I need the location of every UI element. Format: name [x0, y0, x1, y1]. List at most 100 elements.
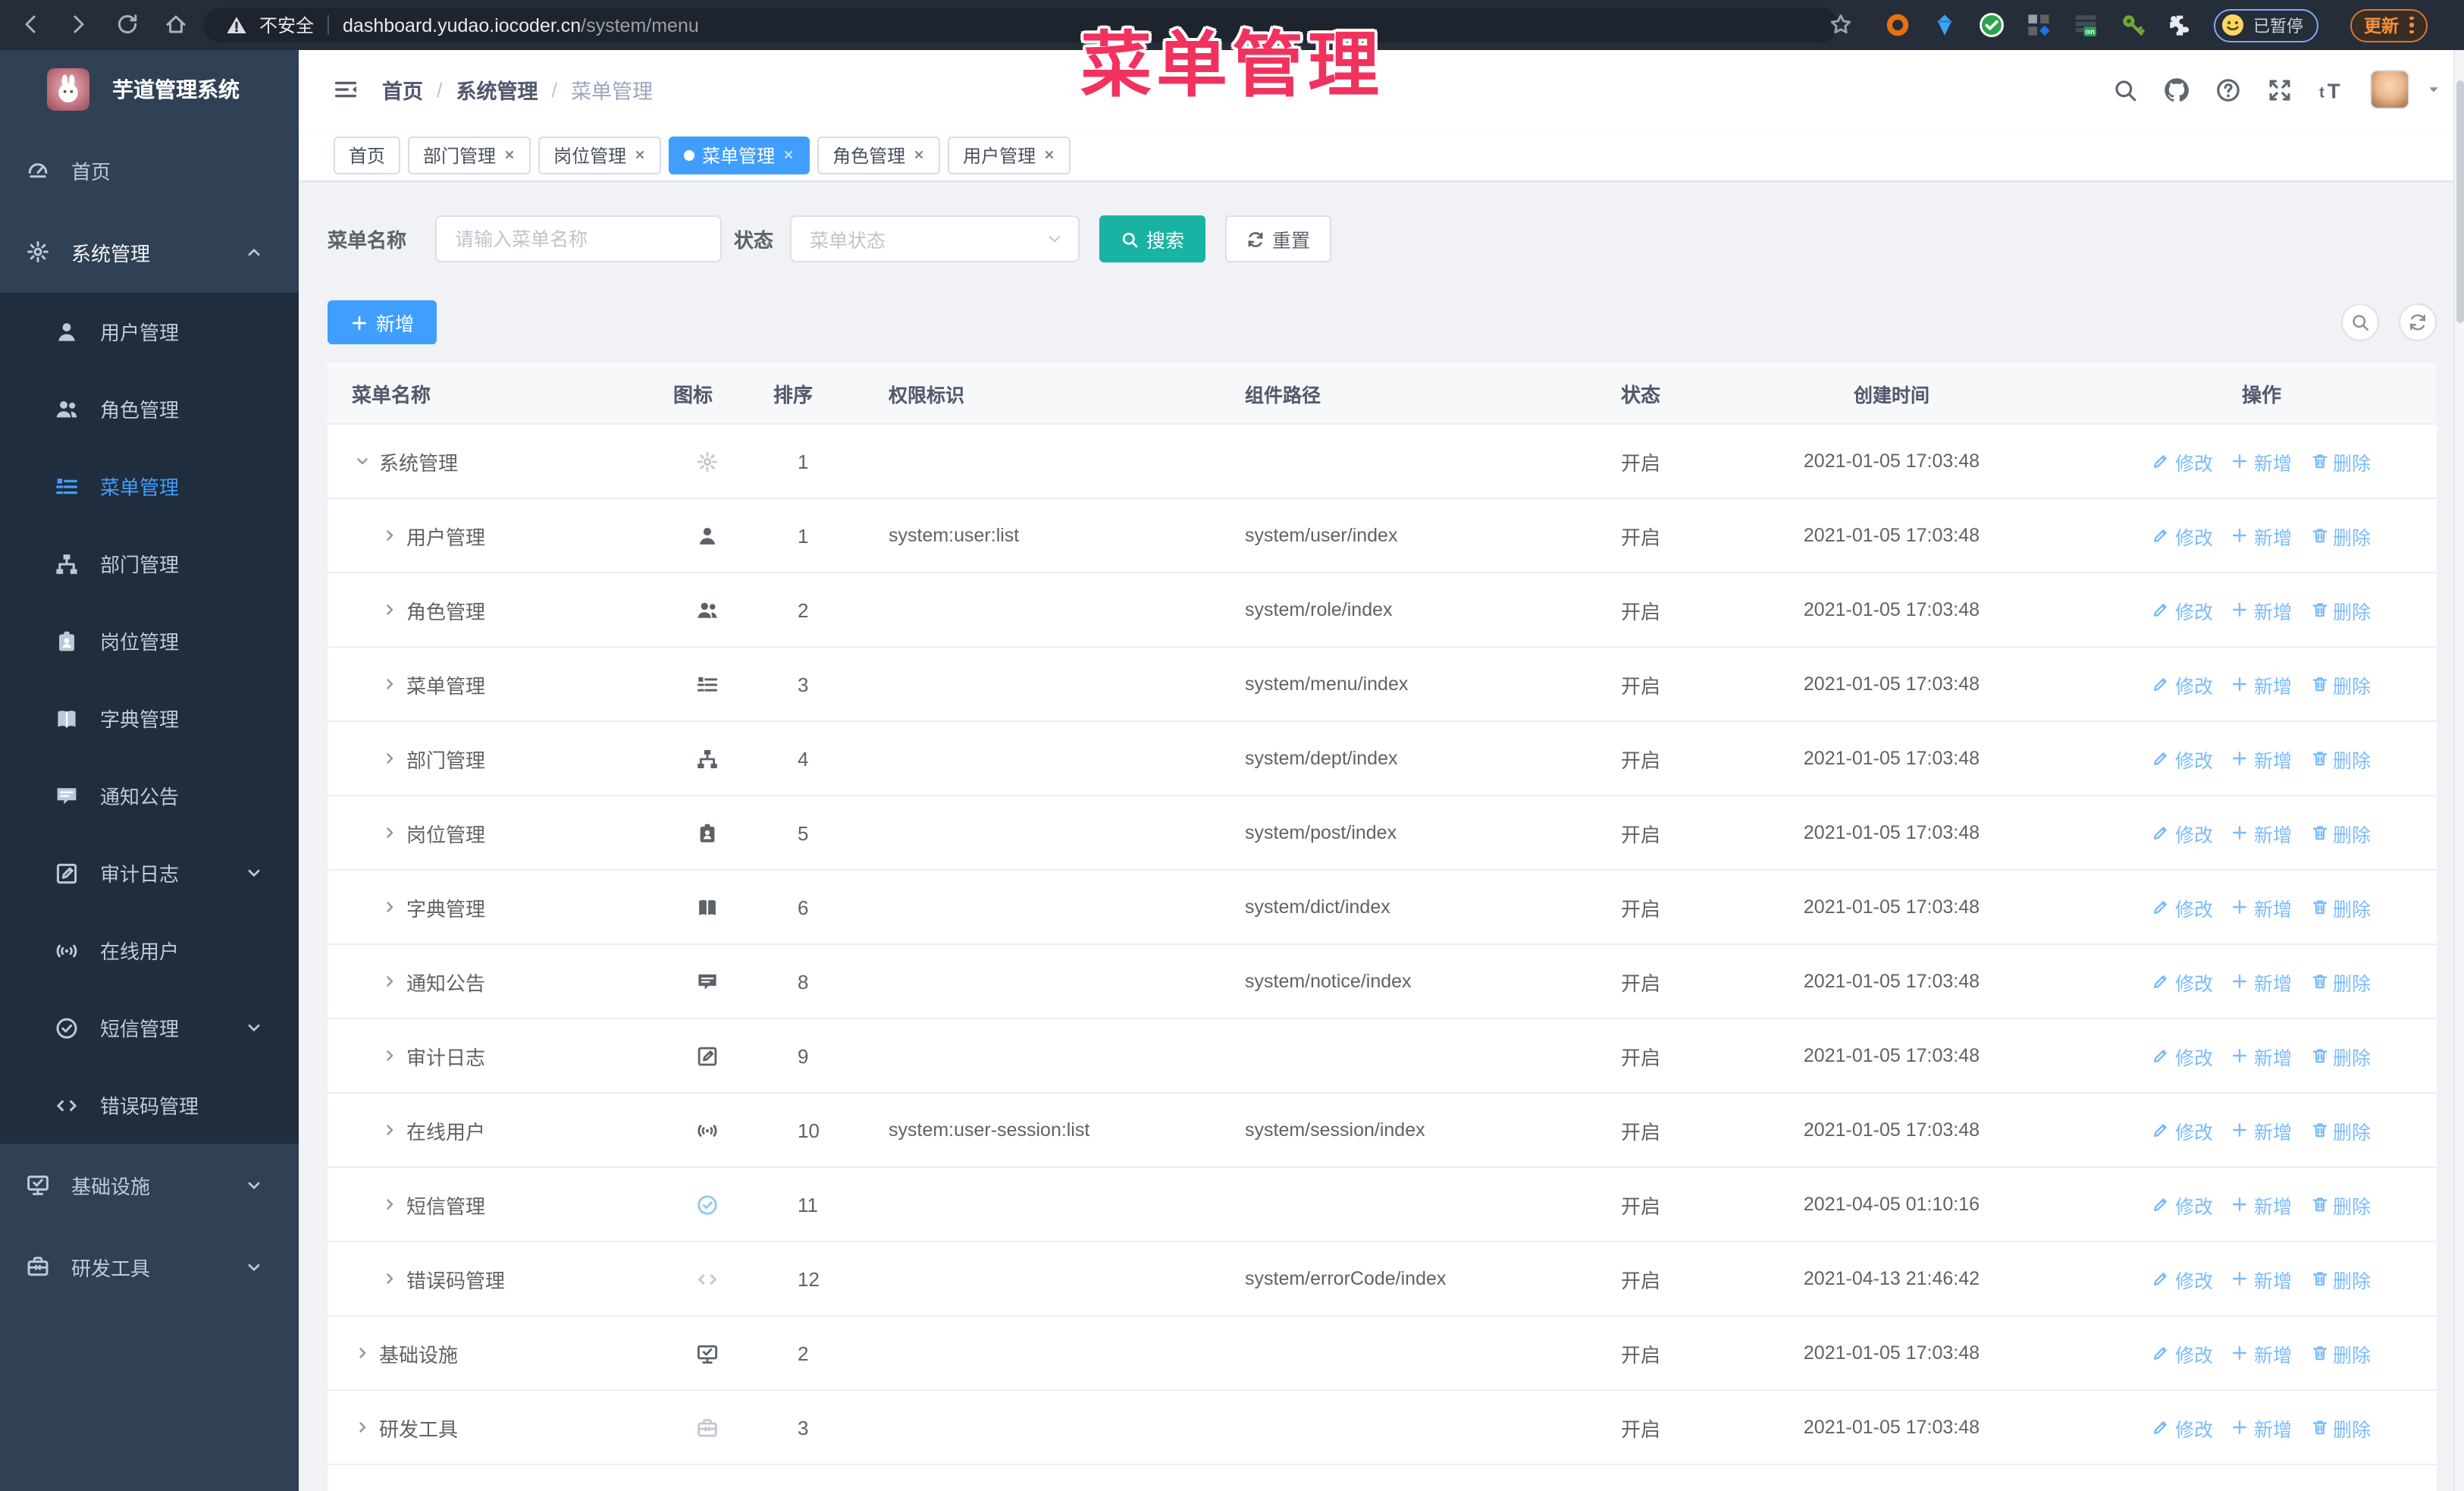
close-icon[interactable]	[503, 149, 516, 161]
add-link[interactable]: 新增	[2231, 1413, 2292, 1442]
edit-link[interactable]: 修改	[2152, 595, 2213, 624]
address-bar[interactable]: 不安全 dashboard.yudao.iocoder.cn /system/m…	[203, 8, 1838, 42]
search-button[interactable]: 搜索	[1099, 215, 1206, 262]
font-size-icon[interactable]: tT	[2318, 77, 2344, 102]
delete-link[interactable]: 删除	[2310, 521, 2371, 550]
sidebar-item-菜单管理[interactable]: 菜单管理	[0, 447, 299, 525]
github-icon[interactable]	[2164, 77, 2190, 102]
chevron-right-icon[interactable]	[382, 825, 397, 840]
delete-link[interactable]: 删除	[2310, 967, 2371, 996]
close-icon[interactable]	[634, 149, 646, 161]
sidebar-item-错误码管理[interactable]: 错误码管理	[0, 1066, 299, 1144]
edit-link[interactable]: 修改	[2152, 521, 2213, 550]
tab-用户管理[interactable]: 用户管理	[948, 136, 1071, 174]
tab-菜单管理[interactable]: 菜单管理	[669, 136, 810, 174]
delete-link[interactable]: 删除	[2310, 1190, 2371, 1219]
add-link[interactable]: 新增	[2231, 1041, 2292, 1070]
add-link[interactable]: 新增	[2231, 1339, 2292, 1367]
chevron-right-icon[interactable]	[382, 751, 397, 766]
add-link[interactable]: 新增	[2231, 670, 2292, 698]
edit-link[interactable]: 修改	[2152, 893, 2213, 921]
app-logo[interactable]: 芋道管理系统	[0, 50, 299, 129]
sidebar-item-审计日志[interactable]: 审计日志	[0, 834, 299, 912]
show-search-button[interactable]	[2341, 303, 2379, 341]
close-icon[interactable]	[782, 149, 795, 161]
chevron-right-icon[interactable]	[382, 974, 397, 989]
add-link[interactable]: 新增	[2231, 967, 2292, 996]
tab-首页[interactable]: 首页	[334, 136, 401, 174]
back-icon[interactable]	[18, 12, 42, 36]
edit-link[interactable]: 修改	[2152, 967, 2213, 996]
tab-岗位管理[interactable]: 岗位管理	[538, 136, 662, 174]
close-icon[interactable]	[1043, 149, 1055, 161]
add-link[interactable]: 新增	[2231, 744, 2292, 773]
edit-link[interactable]: 修改	[2152, 1190, 2213, 1219]
sidebar-item-短信管理[interactable]: 短信管理	[0, 989, 299, 1066]
edit-link[interactable]: 修改	[2152, 1041, 2213, 1070]
chevron-right-icon[interactable]	[382, 676, 397, 692]
menu-name-input[interactable]	[435, 215, 723, 262]
edit-link[interactable]: 修改	[2152, 1339, 2213, 1367]
sidebar-item-系统管理[interactable]: 系统管理	[0, 211, 299, 293]
chevron-right-icon[interactable]	[355, 1420, 370, 1435]
check-extension-icon[interactable]	[1979, 12, 2005, 38]
scrollbar-thumb[interactable]	[2456, 80, 2464, 323]
help-icon[interactable]	[2215, 77, 2241, 102]
chevron-right-icon[interactable]	[382, 1122, 397, 1138]
tab-角色管理[interactable]: 角色管理	[817, 136, 941, 174]
chevron-right-icon[interactable]	[382, 1271, 397, 1286]
sidebar-item-字典管理[interactable]: 字典管理	[0, 680, 299, 757]
delete-link[interactable]: 删除	[2310, 447, 2371, 476]
grid-extension-icon[interactable]	[2026, 12, 2052, 38]
sidebar-item-在线用户[interactable]: 在线用户	[0, 912, 299, 989]
delete-link[interactable]: 删除	[2310, 744, 2371, 773]
add-link[interactable]: 新增	[2231, 1116, 2292, 1144]
chevron-right-icon[interactable]	[382, 1197, 397, 1212]
chevron-right-icon[interactable]	[382, 602, 397, 617]
delete-link[interactable]: 删除	[2310, 595, 2371, 624]
delete-link[interactable]: 删除	[2310, 670, 2371, 698]
chevron-down-icon[interactable]	[355, 454, 370, 469]
breadcrumb-system[interactable]: 系统管理	[456, 74, 538, 105]
search-icon[interactable]	[2112, 77, 2138, 102]
chevron-right-icon[interactable]	[382, 528, 397, 543]
add-link[interactable]: 新增	[2231, 1264, 2292, 1293]
status-select[interactable]: 菜单状态	[790, 215, 1080, 262]
profile-paused-badge[interactable]: 已暂停	[2214, 8, 2318, 42]
fullscreen-icon[interactable]	[2267, 77, 2293, 102]
delete-link[interactable]: 删除	[2310, 1413, 2371, 1442]
add-link[interactable]: 新增	[2231, 447, 2292, 476]
user-menu-caret-icon[interactable]	[2425, 80, 2443, 99]
forward-icon[interactable]	[67, 12, 91, 36]
delete-link[interactable]: 删除	[2310, 1264, 2371, 1293]
edit-link[interactable]: 修改	[2152, 818, 2213, 847]
sidebar-item-部门管理[interactable]: 部门管理	[0, 525, 299, 602]
add-link[interactable]: 新增	[2231, 595, 2292, 624]
key-extension-icon[interactable]	[2120, 12, 2146, 38]
gem-extension-icon[interactable]	[1932, 12, 1958, 38]
chevron-right-icon[interactable]	[355, 1345, 370, 1361]
delete-link[interactable]: 删除	[2310, 1339, 2371, 1367]
edit-link[interactable]: 修改	[2152, 670, 2213, 698]
reset-button[interactable]: 重置	[1225, 215, 1332, 262]
home-icon[interactable]	[164, 12, 188, 36]
delete-link[interactable]: 删除	[2310, 818, 2371, 847]
delete-link[interactable]: 删除	[2310, 1116, 2371, 1144]
collapse-sidebar-icon[interactable]	[332, 76, 359, 103]
add-button[interactable]: 新增	[328, 300, 437, 344]
add-link[interactable]: 新增	[2231, 521, 2292, 550]
sidebar-item-首页[interactable]: 首页	[0, 129, 299, 211]
tab-部门管理[interactable]: 部门管理	[408, 136, 531, 174]
browser-menu-icon[interactable]	[2409, 16, 2413, 34]
add-link[interactable]: 新增	[2231, 893, 2292, 921]
refresh-table-button[interactable]	[2399, 303, 2437, 341]
chevron-right-icon[interactable]	[382, 1048, 397, 1063]
edit-link[interactable]: 修改	[2152, 744, 2213, 773]
delete-link[interactable]: 删除	[2310, 1041, 2371, 1070]
ring-extension-icon[interactable]	[1885, 12, 1911, 38]
edit-link[interactable]: 修改	[2152, 1116, 2213, 1144]
sidebar-item-岗位管理[interactable]: 岗位管理	[0, 602, 299, 680]
sidebar-item-研发工具[interactable]: 研发工具	[0, 1226, 299, 1307]
breadcrumb-home[interactable]: 首页	[382, 74, 423, 105]
reload-icon[interactable]	[115, 12, 140, 36]
